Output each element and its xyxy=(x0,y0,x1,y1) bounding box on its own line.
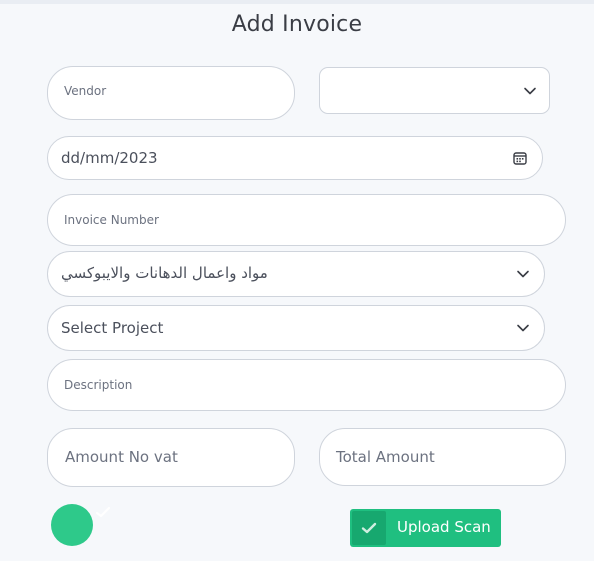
chevron-down-icon xyxy=(524,87,536,95)
vat-toggle[interactable] xyxy=(51,504,93,546)
vendor-placeholder: Vendor xyxy=(64,84,107,98)
category-select[interactable]: مواد واعمال الدهانات والايبوكسي xyxy=(47,251,545,297)
total-amount-input[interactable]: Total Amount xyxy=(319,428,566,486)
check-icon xyxy=(361,522,377,534)
upload-scan-label: Upload Scan xyxy=(397,518,491,536)
project-select[interactable]: Select Project xyxy=(47,305,545,351)
page-title: Add Invoice xyxy=(231,12,363,37)
chevron-down-icon xyxy=(517,270,529,278)
description-input[interactable]: Description xyxy=(47,359,566,411)
upload-scan-button[interactable]: Upload Scan xyxy=(350,509,501,547)
vendor-select[interactable] xyxy=(319,67,550,114)
amount-no-vat-placeholder: Amount No vat xyxy=(65,448,178,466)
check-icon xyxy=(95,506,111,518)
amount-no-vat-input[interactable]: Amount No vat xyxy=(47,428,295,487)
total-amount-placeholder: Total Amount xyxy=(336,448,435,466)
calendar-icon[interactable] xyxy=(513,151,527,165)
date-value: dd/mm/2023 xyxy=(61,149,158,167)
chevron-down-icon xyxy=(517,324,529,332)
invoice-number-input[interactable]: Invoice Number xyxy=(47,194,566,246)
top-border xyxy=(0,0,594,4)
category-value: مواد واعمال الدهانات والايبوكسي xyxy=(61,264,268,282)
project-value: Select Project xyxy=(61,319,164,337)
date-input[interactable]: dd/mm/2023 xyxy=(47,136,543,180)
invoice-number-placeholder: Invoice Number xyxy=(64,213,159,227)
upload-check-box xyxy=(352,511,386,545)
description-placeholder: Description xyxy=(64,378,133,392)
vendor-input[interactable]: Vendor xyxy=(47,66,295,120)
